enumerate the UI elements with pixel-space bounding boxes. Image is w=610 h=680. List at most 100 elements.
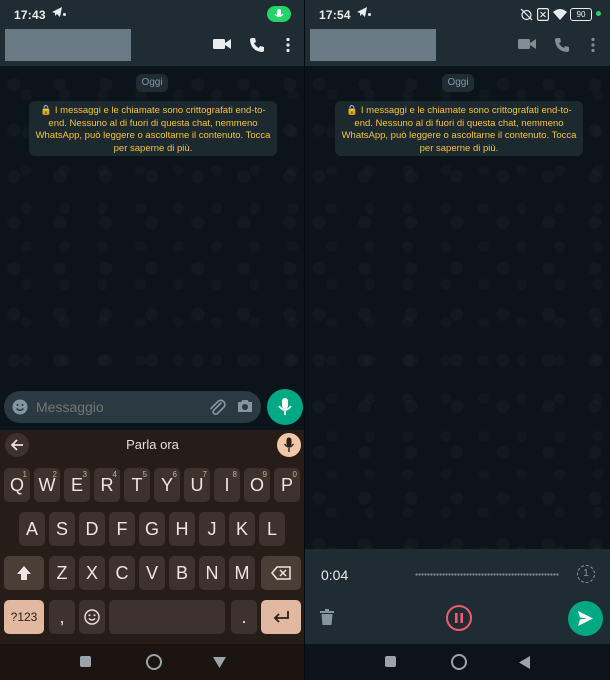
mic-icon (278, 398, 292, 415)
key-l[interactable]: L (259, 512, 285, 546)
status-bar: 17:54 90 (305, 0, 610, 28)
key-m[interactable]: M (229, 556, 255, 590)
recents-button[interactable] (385, 656, 396, 667)
key-t[interactable]: T5 (124, 468, 150, 502)
key-u[interactable]: U7 (184, 468, 210, 502)
back-triangle-icon[interactable] (213, 657, 226, 668)
shift-key[interactable] (4, 556, 44, 590)
space-key[interactable] (109, 600, 225, 634)
encryption-notice-text: I messaggi e le chiamate sono crittograf… (35, 105, 271, 154)
voice-input-bar: Parla ora (0, 430, 305, 460)
more-options-icon[interactable] (285, 37, 291, 53)
voice-call-icon[interactable] (249, 37, 265, 53)
key-r[interactable]: R4 (94, 468, 120, 502)
pause-icon (455, 613, 463, 623)
shift-icon (17, 566, 31, 580)
pause-recording-button[interactable] (446, 605, 472, 631)
mic-icon (283, 437, 295, 452)
key-n[interactable]: N (199, 556, 225, 590)
telegram-icon (357, 7, 367, 17)
message-composer (4, 391, 261, 423)
key-a[interactable]: A (19, 512, 45, 546)
status-time: 17:54 (319, 8, 351, 22)
message-input[interactable] (36, 399, 196, 415)
notification-dot-icon (63, 13, 66, 16)
emoji-icon[interactable] (12, 399, 28, 415)
key-g[interactable]: G (139, 512, 165, 546)
encryption-notice[interactable]: 🔒 I messaggi e le chiamate sono crittogr… (335, 101, 583, 156)
key-x[interactable]: X (79, 556, 105, 590)
key-j[interactable]: J (199, 512, 225, 546)
key-k[interactable]: K (229, 512, 255, 546)
video-call-icon[interactable] (213, 37, 231, 51)
system-nav-bar (0, 644, 305, 680)
voice-input-mic-button[interactable] (277, 433, 301, 457)
battery-indicator: 90 (570, 8, 592, 21)
status-time: 17:43 (14, 8, 46, 22)
attach-icon[interactable] (208, 398, 226, 416)
contact-name-redacted[interactable] (5, 29, 131, 61)
key-c[interactable]: C (109, 556, 135, 590)
recents-button[interactable] (80, 656, 91, 667)
more-options-icon[interactable] (590, 37, 596, 53)
system-nav-bar (305, 644, 610, 680)
key-o[interactable]: O9 (244, 468, 270, 502)
right-screen: 17:54 90 Oggi 🔒 I messaggi e le chiamate… (305, 0, 610, 680)
alarm-off-icon (520, 8, 533, 21)
chat-header (0, 28, 305, 66)
date-chip: Oggi (442, 74, 474, 92)
status-bar: 17:43 (0, 0, 305, 28)
key-y[interactable]: Y6 (154, 468, 180, 502)
telegram-icon (52, 7, 62, 17)
encryption-notice[interactable]: 🔒 I messaggi e le chiamate sono crittogr… (29, 101, 277, 156)
recording-timer: 0:04 (321, 567, 349, 583)
emoji-key[interactable] (79, 600, 105, 634)
wifi-icon (553, 9, 567, 20)
key-q[interactable]: Q1 (4, 468, 30, 502)
video-call-icon[interactable] (518, 37, 536, 51)
key-h[interactable]: H (169, 512, 195, 546)
enter-key[interactable] (261, 600, 301, 634)
key-z[interactable]: Z (49, 556, 75, 590)
key-e[interactable]: E3 (64, 468, 90, 502)
left-screen: 17:43 Oggi 🔒 I messaggi e le chiamate so… (0, 0, 305, 680)
mic-active-dot (596, 11, 601, 16)
comma-key[interactable]: , (49, 600, 75, 634)
notification-dot-icon (368, 13, 371, 16)
key-s[interactable]: S (49, 512, 75, 546)
send-icon (578, 611, 593, 626)
home-button[interactable] (146, 654, 162, 670)
lock-icon: 🔒 (346, 105, 361, 116)
send-voice-button[interactable] (568, 601, 603, 636)
delete-recording-icon[interactable] (320, 609, 334, 625)
period-key[interactable]: . (231, 600, 257, 634)
key-b[interactable]: B (169, 556, 195, 590)
camera-icon[interactable] (237, 399, 253, 413)
key-v[interactable]: V (139, 556, 165, 590)
voice-recording-panel: 0:04 1 (305, 549, 610, 644)
contact-name-redacted[interactable] (310, 29, 436, 61)
back-triangle-icon[interactable] (519, 656, 530, 669)
date-chip: Oggi (136, 74, 168, 92)
chat-header (305, 28, 610, 66)
enter-icon (273, 611, 289, 623)
voice-call-icon[interactable] (554, 37, 570, 53)
backspace-icon (271, 566, 291, 580)
mic-icon (274, 9, 284, 18)
key-d[interactable]: D (79, 512, 105, 546)
key-w[interactable]: W2 (34, 468, 60, 502)
key-f[interactable]: F (109, 512, 135, 546)
key-p[interactable]: P0 (274, 468, 300, 502)
home-button[interactable] (451, 654, 467, 670)
voice-input-title: Parla ora (126, 437, 179, 452)
mic-in-use-indicator (267, 6, 291, 22)
keyboard: Parla ora Q1 W2 E3 R4 T5 Y6 U7 I8 O9 P0 … (0, 430, 305, 680)
backspace-key[interactable] (261, 556, 301, 590)
key-i[interactable]: I8 (214, 468, 240, 502)
sim-error-icon (537, 8, 549, 21)
record-voice-button[interactable] (267, 389, 303, 425)
view-once-toggle[interactable]: 1 (577, 565, 595, 583)
emoji-icon (84, 609, 100, 625)
symbols-key[interactable]: ?123 (4, 600, 44, 634)
lock-icon: 🔒 (40, 105, 55, 116)
